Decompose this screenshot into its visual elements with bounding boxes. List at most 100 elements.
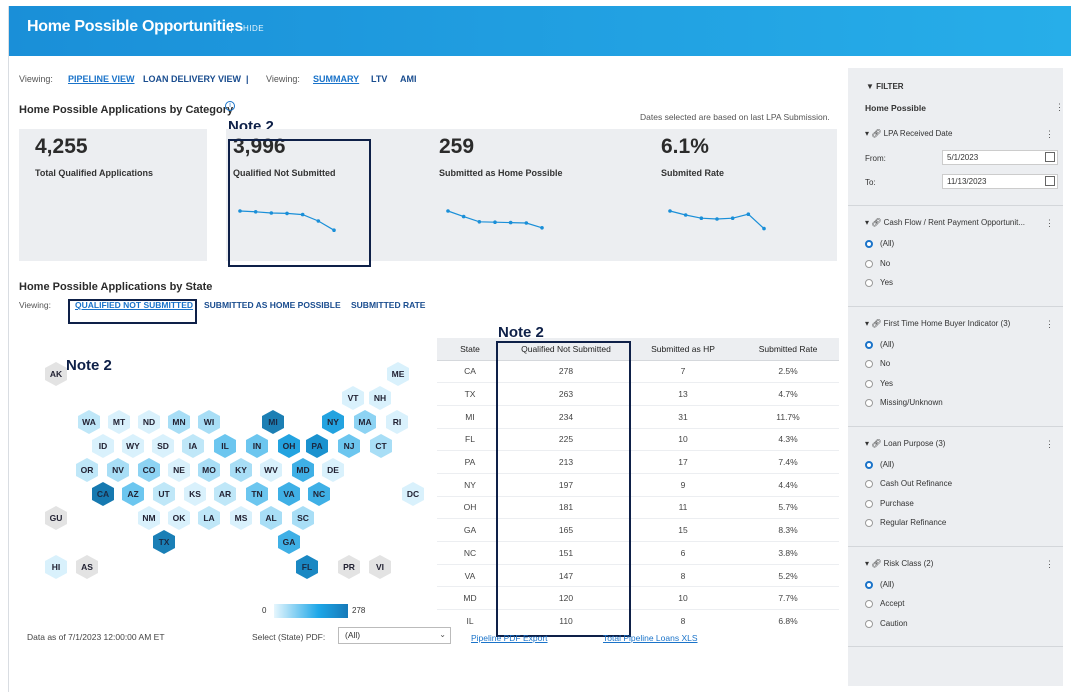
kebab-menu-icon[interactable]: ⋮ — [1045, 218, 1054, 229]
radio-option-label[interactable]: (All) — [880, 239, 894, 248]
radio-button[interactable] — [865, 379, 873, 388]
cell-submitted-hp: 17 — [629, 450, 737, 474]
divider — [848, 545, 1063, 547]
radio-option-label[interactable]: (All) — [880, 580, 894, 589]
radio-option-label[interactable]: (All) — [880, 340, 894, 349]
cell-rate: 7.4% — [737, 450, 839, 474]
cell-rate: 7.7% — [737, 586, 839, 611]
top-banner: Home Possible Opportunities HIDE — [9, 6, 1071, 56]
tab-ltv[interactable]: LTV — [371, 74, 387, 84]
sparkline-point — [524, 221, 529, 225]
radio-button[interactable] — [865, 279, 873, 287]
category-section-title: Home Possible Applications by Category — [19, 104, 234, 116]
viewing-label: Viewing: — [19, 74, 53, 84]
to-date-input[interactable]: 11/13/2023 — [942, 174, 1058, 189]
sparkline-point — [477, 220, 482, 224]
cell-rate: 4.3% — [737, 428, 839, 452]
cell-submitted-hp: 7 — [629, 360, 737, 384]
legend-max: 278 — [352, 606, 366, 615]
note-highlight-column — [496, 341, 631, 637]
tab-summary[interactable]: SUMMARY — [313, 74, 359, 84]
state-pdf-select[interactable]: (All) ⌄ — [338, 627, 451, 644]
radio-button[interactable] — [865, 360, 873, 368]
pipeline-pdf-export-link[interactable]: Pipeline PDF Export — [471, 633, 548, 643]
sparkline-line — [447, 210, 543, 229]
filter-group-label[interactable]: ▾ 🔗︎ Loan Purpose (3) — [865, 439, 945, 448]
divider — [848, 425, 1063, 427]
cell-state: NC — [437, 541, 503, 565]
cell-rate: 5.2% — [737, 564, 839, 588]
kebab-menu-icon[interactable]: ⋮ — [1045, 129, 1054, 140]
select-value: (All) — [345, 630, 361, 640]
radio-button[interactable] — [865, 519, 873, 527]
hide-button[interactable]: HIDE — [243, 24, 264, 33]
filter-group-label[interactable]: ▾ 🔗︎ Risk Class (2) — [865, 559, 933, 568]
calendar-icon[interactable] — [1045, 176, 1055, 186]
cell-submitted-hp: 9 — [629, 473, 737, 497]
cell-rate: 11.7% — [737, 405, 839, 429]
radio-button[interactable] — [865, 619, 873, 628]
tab-pipeline-view[interactable]: PIPELINE VIEW — [68, 74, 135, 84]
radio-button[interactable] — [865, 340, 873, 349]
sparkline-submitted-rate — [668, 209, 766, 231]
pipeline-xls-link[interactable]: Total Pipeline Loans XLS — [603, 633, 698, 643]
cell-submitted-hp: 10 — [629, 428, 737, 452]
funnel-icon: ▼ — [866, 82, 874, 91]
cell-submitted-hp: 11 — [629, 496, 737, 520]
viewing-label-2: Viewing: — [266, 74, 300, 84]
radio-option-label[interactable]: No — [880, 359, 890, 368]
chevron-down-icon: ⌄ — [439, 630, 446, 639]
sparkline-point — [730, 216, 735, 220]
kebab-menu-icon[interactable]: ⋮ — [1055, 102, 1064, 113]
cell-state: VA — [437, 564, 503, 588]
kebab-menu-icon[interactable]: ⋮ — [1045, 559, 1054, 570]
kebab-menu-icon[interactable]: ⋮ — [1045, 319, 1054, 330]
kpi-label: Submitted as Home Possible — [439, 168, 563, 178]
tab-submitted-as-home-possible[interactable]: SUBMITTED AS HOME POSSIBLE — [204, 300, 341, 310]
tab-ami[interactable]: AMI — [400, 74, 417, 84]
divider — [848, 646, 1063, 647]
cell-state: OH — [437, 496, 503, 520]
radio-option-label[interactable]: Yes — [880, 379, 893, 388]
sparkline-point — [715, 217, 719, 221]
tab-loan-delivery-view[interactable]: LOAN DELIVERY VIEW — [143, 74, 241, 84]
kebab-menu-icon[interactable]: ⋮ — [1045, 439, 1054, 450]
radio-option-label[interactable]: No — [880, 259, 890, 268]
radio-option-label[interactable]: Caution — [880, 619, 908, 628]
col-header-state[interactable]: State — [437, 338, 503, 361]
radio-option-label[interactable]: (All) — [880, 460, 894, 469]
col-header-rate[interactable]: Submitted Rate — [737, 338, 839, 361]
radio-button[interactable] — [865, 460, 873, 469]
radio-option-label[interactable]: Missing/Unknown — [880, 398, 943, 407]
radio-button[interactable] — [865, 580, 873, 589]
cell-state: FL — [437, 428, 503, 452]
radio-button[interactable] — [865, 480, 873, 488]
page-title: Home Possible Opportunities — [27, 18, 243, 35]
kpi-band: 4,255 Total Qualified Applications 3,996… — [19, 129, 837, 261]
radio-option-label[interactable]: Purchase — [880, 499, 914, 508]
col-header-submitted-hp[interactable]: Submitted as HP — [629, 338, 737, 361]
tab-submitted-rate[interactable]: SUBMITTED RATE — [351, 300, 425, 310]
info-icon[interactable]: i — [225, 101, 235, 111]
radio-option-label[interactable]: Accept — [880, 599, 904, 608]
filter-group-label[interactable]: ▾ 🔗︎ First Time Home Buyer Indicator (3) — [865, 319, 1010, 328]
note-highlight-tab — [68, 299, 197, 324]
radio-option-label[interactable]: Regular Refinance — [880, 518, 946, 527]
radio-option-label[interactable]: Yes — [880, 278, 893, 287]
lpa-received-date-label[interactable]: ▾ 🔗︎ LPA Received Date — [865, 129, 952, 138]
sparkline-point — [540, 226, 544, 230]
calendar-icon[interactable] — [1045, 152, 1055, 162]
divider — [848, 205, 1063, 206]
from-date-input[interactable]: 5/1/2023 — [942, 150, 1058, 165]
radio-button[interactable] — [865, 399, 873, 407]
cell-submitted-hp: 8 — [629, 564, 737, 588]
radio-button[interactable] — [865, 259, 873, 268]
cell-state: GA — [437, 518, 503, 542]
sparkline-point — [668, 209, 672, 213]
radio-button[interactable] — [865, 499, 873, 508]
radio-button[interactable] — [865, 600, 873, 608]
filter-group-label[interactable]: ▾ 🔗︎ Cash Flow / Rent Payment Opportunit… — [865, 218, 1025, 227]
radio-option-label[interactable]: Cash Out Refinance — [880, 479, 952, 488]
legend-color-bar — [274, 604, 348, 618]
radio-button[interactable] — [865, 240, 873, 248]
